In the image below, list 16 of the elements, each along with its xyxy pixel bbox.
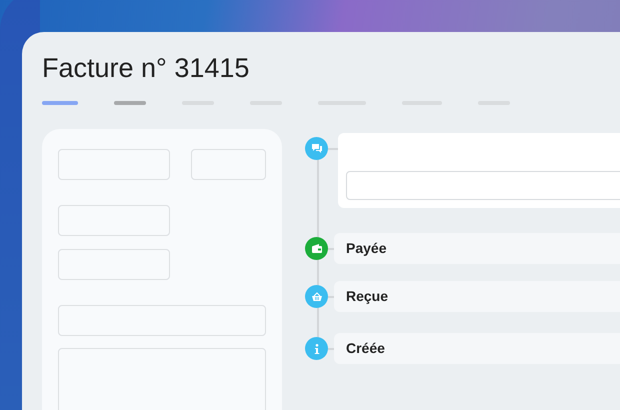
tab[interactable] <box>42 101 78 105</box>
window-title: Facture n° 31415 <box>42 52 250 84</box>
wallet-icon <box>310 242 322 254</box>
status-label: Reçue <box>346 287 388 306</box>
basket-icon <box>310 290 322 302</box>
input-field[interactable] <box>191 149 266 180</box>
tab[interactable] <box>114 101 146 105</box>
comment-field[interactable] <box>346 171 620 200</box>
text-area[interactable] <box>58 348 266 410</box>
input-field[interactable] <box>58 205 170 236</box>
input-field[interactable] <box>58 305 266 336</box>
status-label: Créée <box>346 339 385 358</box>
chat-bubbles-icon <box>310 142 322 154</box>
input-field[interactable] <box>58 149 170 180</box>
input-field[interactable] <box>58 249 170 280</box>
status-label: Payée <box>346 239 386 258</box>
